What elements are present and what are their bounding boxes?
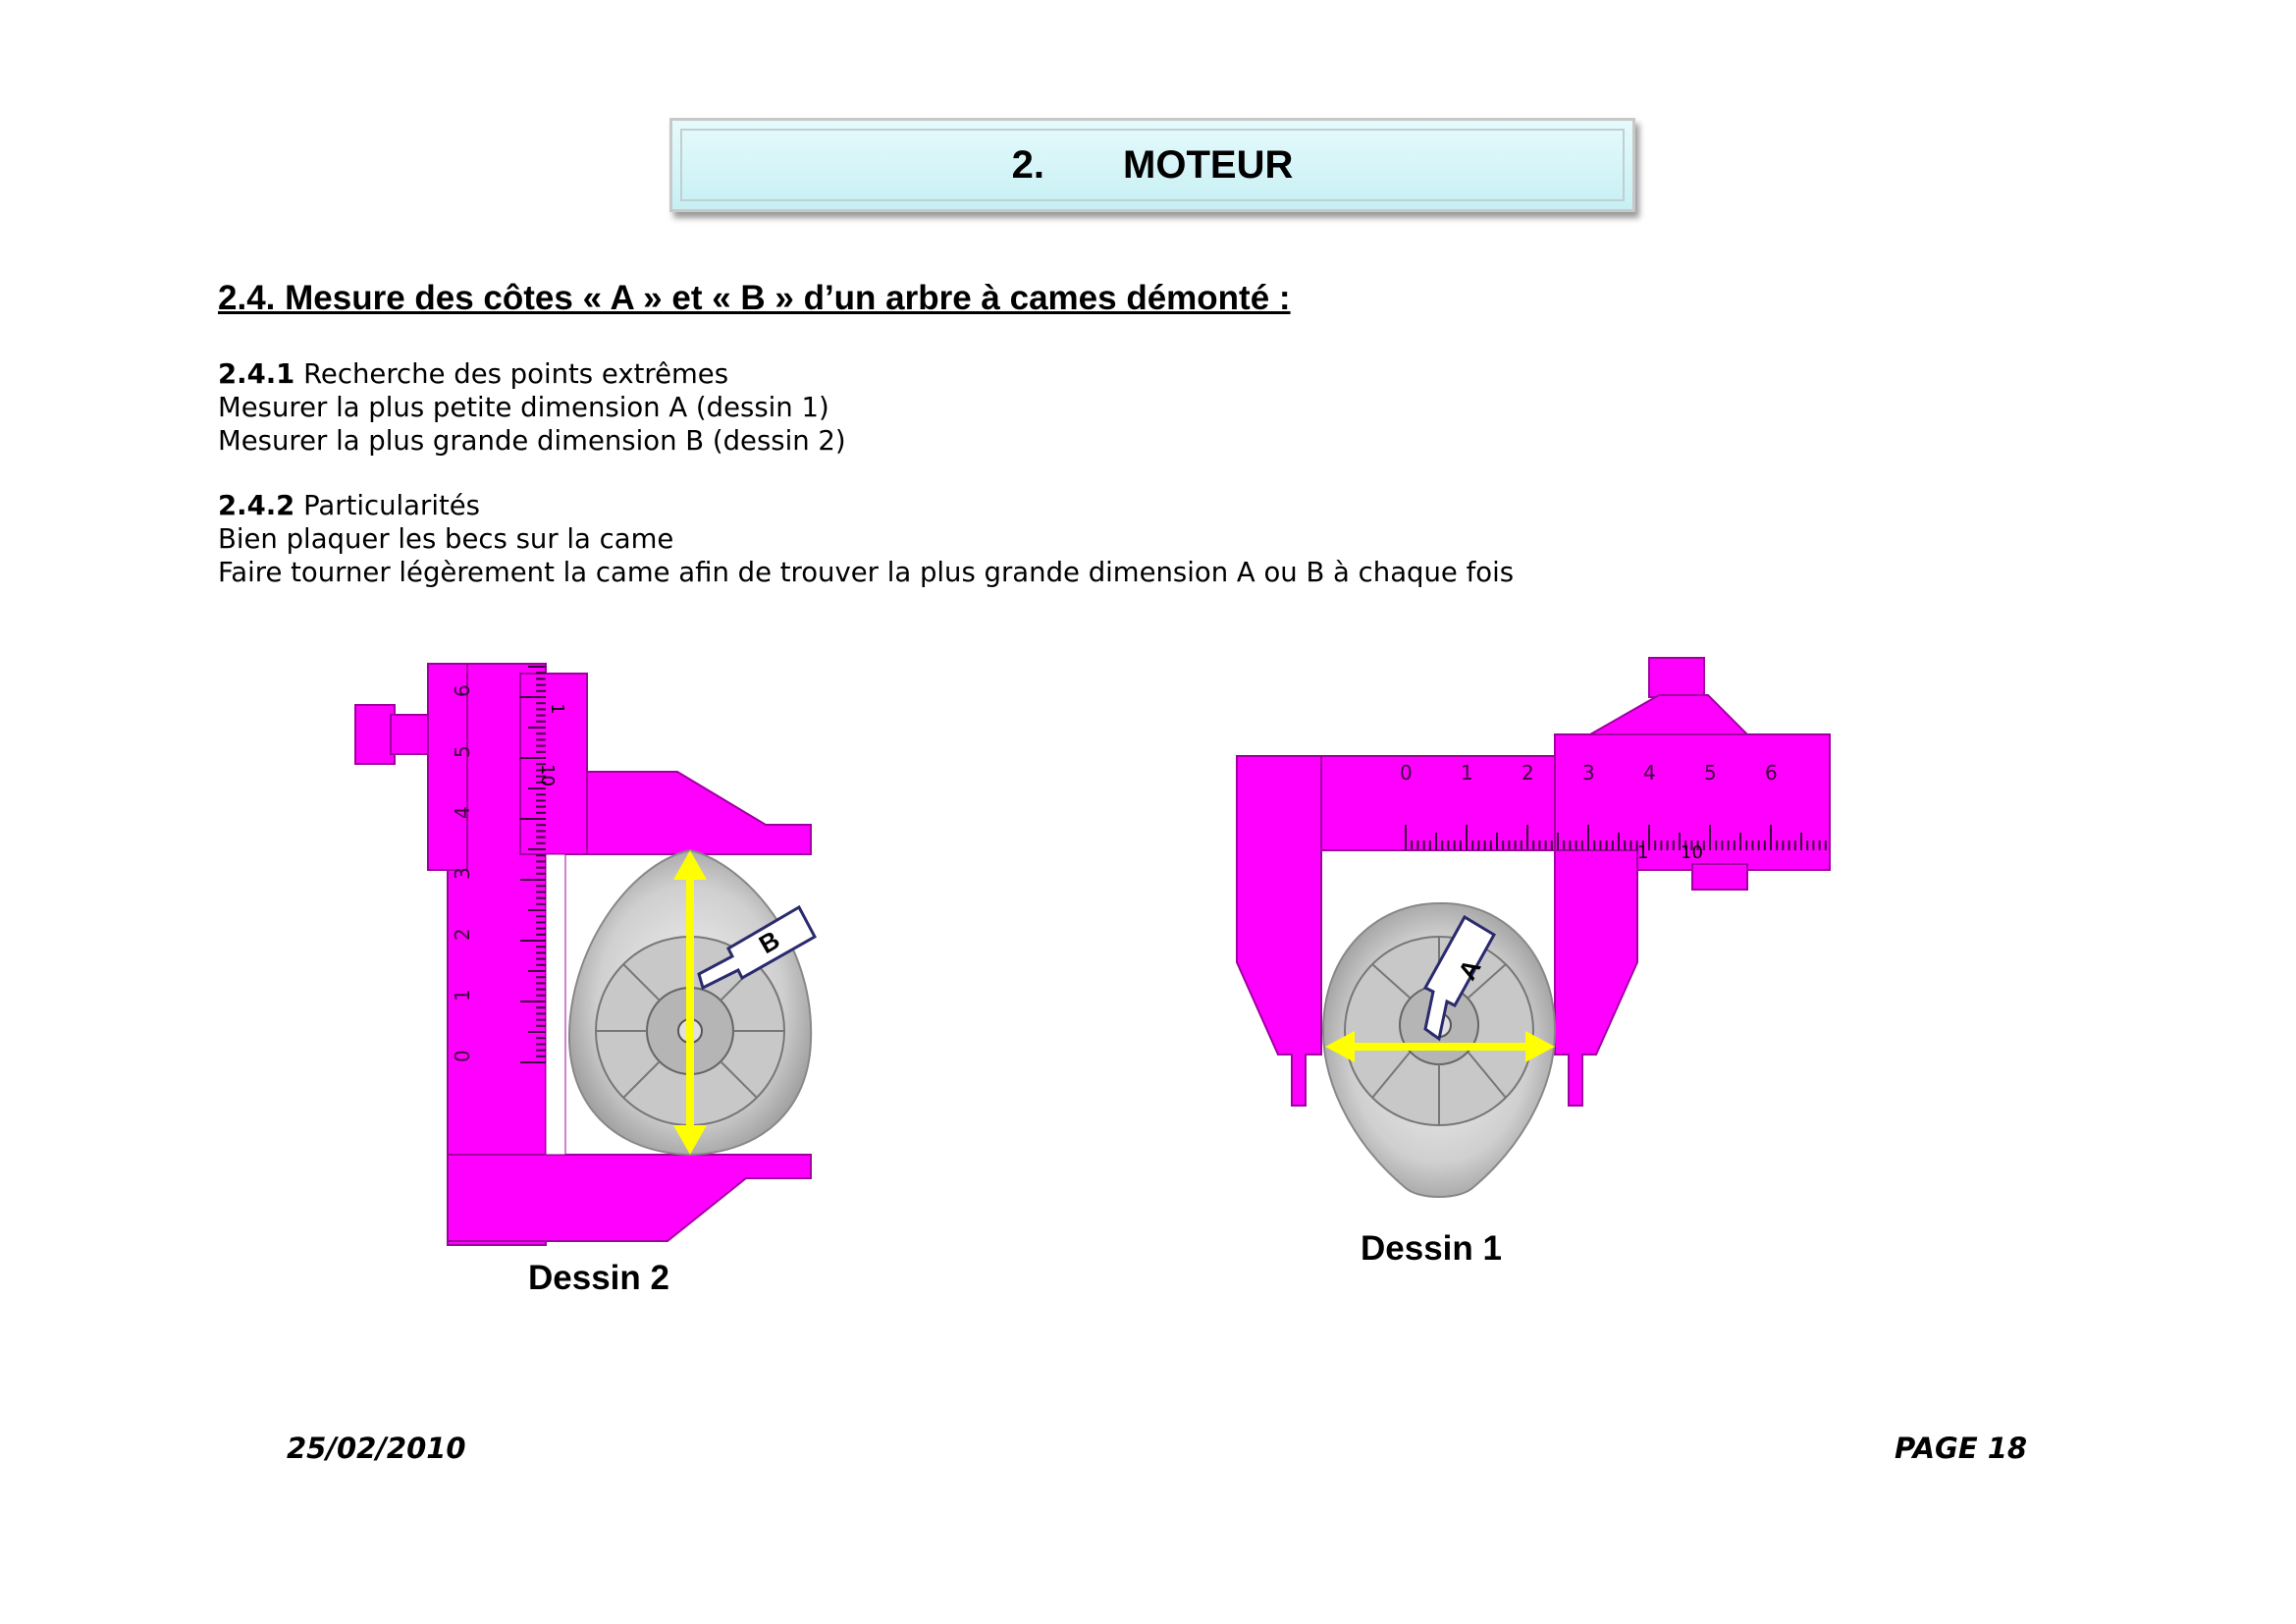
footer-date: 25/02/2010 <box>287 1432 466 1465</box>
scale-number: 3 <box>1582 761 1595 785</box>
scale-number: 2 <box>451 928 474 941</box>
scale-number: 4 <box>1643 761 1656 785</box>
scale-number: 6 <box>451 684 474 697</box>
scale-number: 5 <box>451 745 474 758</box>
scale-number: 0 <box>451 1050 474 1062</box>
scale-number: 4 <box>451 806 474 819</box>
scale-number: 2 <box>1522 761 1534 785</box>
scale-number: 1 <box>451 989 474 1001</box>
vernier-label-10-right: 10 <box>1681 842 1703 863</box>
caption-dessin-1: Dessin 1 <box>1361 1229 1502 1268</box>
vernier-label-10: 10 <box>537 764 558 786</box>
scale-number: 5 <box>1704 761 1717 785</box>
scale-number: 0 <box>1400 761 1413 785</box>
figures-canvas: 0123456 1 10 B 0123456 1 10 A <box>354 657 1831 1246</box>
vernier-label-1-right: 1 <box>1637 842 1648 863</box>
caption-dessin-2: Dessin 2 <box>528 1259 669 1297</box>
footer-page: PAGE 18 <box>1895 1432 2028 1465</box>
scale-number: 1 <box>1461 761 1473 785</box>
scale-number: 3 <box>451 867 474 880</box>
vernier-label-1: 1 <box>547 703 567 714</box>
scale-number: 6 <box>1765 761 1778 785</box>
